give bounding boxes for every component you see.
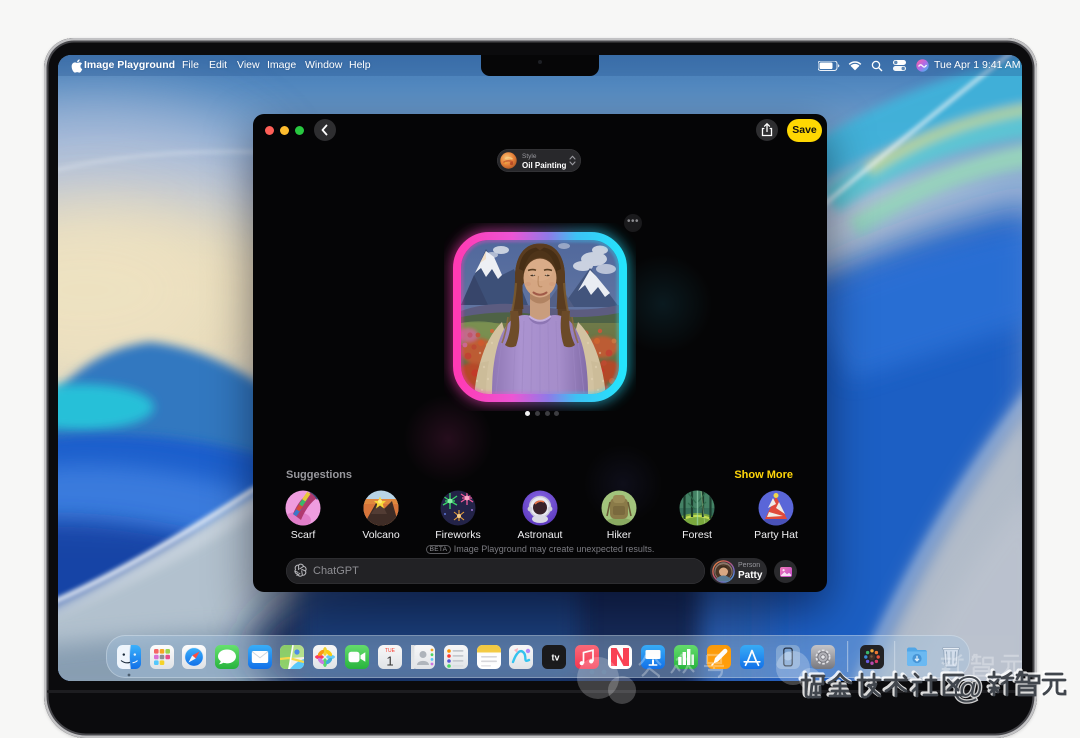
svg-text:@: @	[952, 670, 983, 705]
